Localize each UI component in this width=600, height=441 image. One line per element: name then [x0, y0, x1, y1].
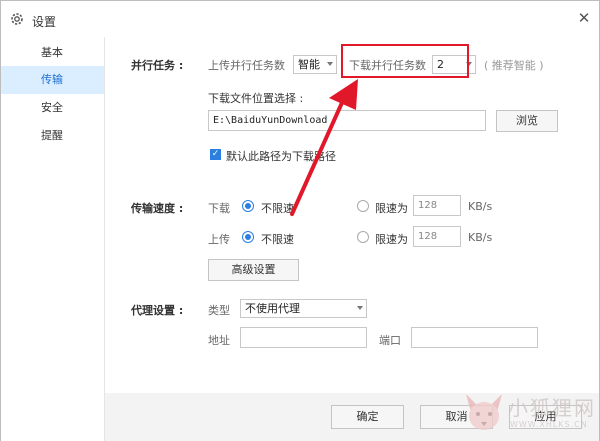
- fox-logo-icon: [466, 394, 502, 430]
- watermark-subtext: WWW.XHLKS.CN: [510, 420, 588, 429]
- arrow-annotation: [290, 79, 358, 216]
- watermark-text: 小狐狸网: [508, 396, 596, 420]
- watermark: 小狐狸网 WWW.XHLKS.CN: [458, 382, 598, 440]
